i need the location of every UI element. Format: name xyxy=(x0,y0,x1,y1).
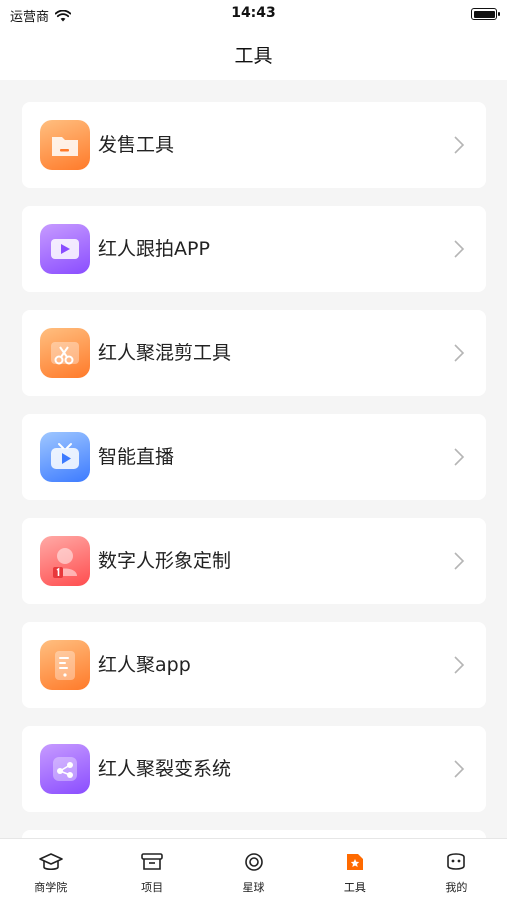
tool-label: 红人跟拍APP xyxy=(98,238,210,260)
profile-icon xyxy=(447,853,466,870)
tab-tools[interactable]: 工具 xyxy=(304,839,405,900)
tab-label: 星球 xyxy=(242,881,265,894)
tool-label: 智能直播 xyxy=(98,446,175,468)
tool-label: 发售工具 xyxy=(98,134,175,156)
tool-label: 数字人形象定制 xyxy=(98,550,232,572)
phone-app-icon xyxy=(40,640,90,690)
tab-planet[interactable]: 星球 xyxy=(203,839,304,900)
chevron-right-icon xyxy=(454,448,465,466)
chevron-right-icon xyxy=(454,760,465,778)
chevron-right-icon xyxy=(454,656,465,674)
chevron-right-icon xyxy=(454,136,465,154)
share-icon xyxy=(40,744,90,794)
folder-icon xyxy=(40,120,90,170)
tool-item-presale[interactable]: 发售工具 xyxy=(22,102,486,188)
status-time: 14:43 xyxy=(231,5,276,21)
tool-label: 红人聚裂变系统 xyxy=(98,758,232,780)
tool-label: 红人聚混剪工具 xyxy=(98,342,232,364)
graduation-cap-icon xyxy=(38,853,63,871)
tool-item-smart-live[interactable]: 智能直播 xyxy=(22,414,486,500)
tab-projects[interactable]: 项目 xyxy=(101,839,202,900)
live-tv-icon xyxy=(40,432,90,482)
chevron-right-icon xyxy=(454,240,465,258)
tab-label: 工具 xyxy=(343,881,366,894)
tool-item-digital-human[interactable]: 数字人形象定制 xyxy=(22,518,486,604)
digital-human-icon xyxy=(40,536,90,586)
battery-icon xyxy=(471,8,500,20)
tab-bar: 商学院 项目 星球 工具 我的 xyxy=(0,838,507,900)
tool-star-icon xyxy=(346,854,363,870)
chevron-right-icon xyxy=(454,552,465,570)
tab-label: 我的 xyxy=(445,881,468,894)
tab-label: 商学院 xyxy=(34,881,68,894)
tool-item-mix-cut-tool[interactable]: 红人聚混剪工具 xyxy=(22,310,486,396)
tool-item-follow-shoot-app[interactable]: 红人跟拍APP xyxy=(22,206,486,292)
page-title: 工具 xyxy=(234,45,273,67)
nav-bar: 工具 xyxy=(0,28,507,80)
tab-label: 项目 xyxy=(141,881,164,894)
scissors-icon xyxy=(40,328,90,378)
tool-list: 发售工具 红人跟拍APP 红人聚混剪工具 智能直播 数字人形象定制 红人聚app… xyxy=(22,102,486,860)
tool-label: 红人聚app xyxy=(98,654,191,676)
tool-item-hongrenju-app[interactable]: 红人聚app xyxy=(22,622,486,708)
box-icon xyxy=(141,853,163,870)
chevron-right-icon xyxy=(454,344,465,362)
status-bar: 运营商 14:43 xyxy=(0,0,507,28)
tool-item-fission-system[interactable]: 红人聚裂变系统 xyxy=(22,726,486,812)
video-icon xyxy=(40,224,90,274)
planet-icon xyxy=(244,853,263,871)
tab-profile[interactable]: 我的 xyxy=(406,839,507,900)
tab-academy[interactable]: 商学院 xyxy=(0,839,101,900)
